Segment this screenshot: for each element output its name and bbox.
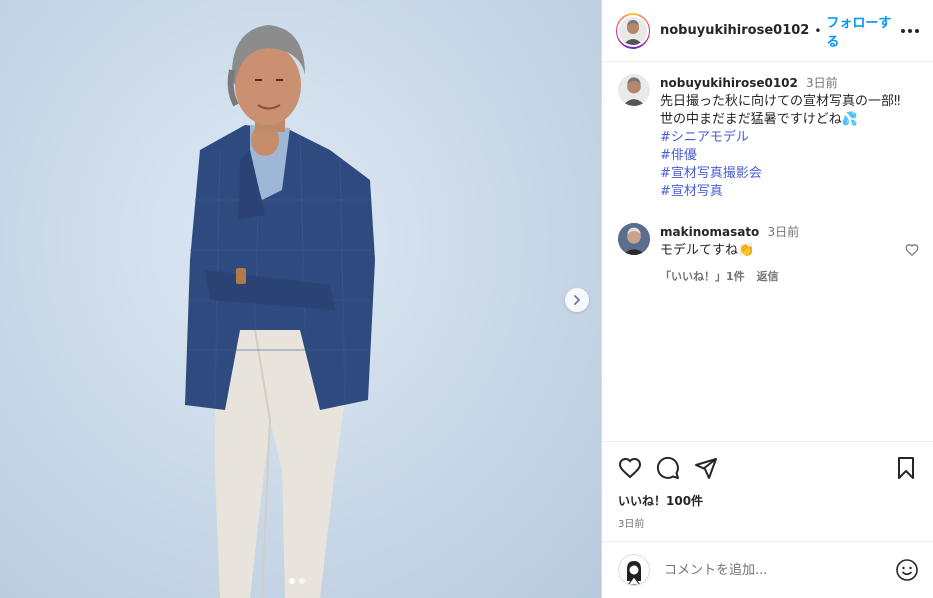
post-side-panel: nobuyukihirose0102 • フォローする nobuyukihiro… xyxy=(601,0,933,598)
comment-likes-count[interactable]: 「いいね！」1件 xyxy=(660,268,745,286)
hashtag-link[interactable]: #シニアモデル xyxy=(660,129,900,147)
reply-button[interactable]: 返信 xyxy=(757,268,779,286)
like-heart-icon[interactable] xyxy=(618,456,642,480)
post-date[interactable]: 3日前 xyxy=(618,515,917,530)
author-avatar xyxy=(619,16,648,45)
caption-username[interactable]: nobuyukihirose0102 xyxy=(660,76,798,90)
caption-time[interactable]: 3日前 xyxy=(806,76,838,90)
post-photo[interactable] xyxy=(0,0,601,598)
carousel-dot xyxy=(299,578,305,584)
post-actions: いいね！100件 3日前 xyxy=(602,441,933,530)
comment-like-heart-icon[interactable] xyxy=(905,242,919,261)
viewer-avatar xyxy=(618,554,650,586)
comment-bubble-icon[interactable] xyxy=(656,456,680,480)
comment-input[interactable] xyxy=(662,561,895,579)
post-header: nobuyukihirose0102 • フォローする xyxy=(602,0,933,62)
hashtag-link[interactable]: #俳優 xyxy=(660,147,900,165)
caption-line-2: 世の中まだまだ猛暑ですけどね💦 xyxy=(660,112,858,127)
follow-button[interactable]: フォローする xyxy=(826,12,901,50)
comment-composer xyxy=(602,541,933,598)
chevron-right-icon xyxy=(574,295,581,305)
next-slide-button[interactable] xyxy=(565,288,589,312)
carousel-dot-active xyxy=(289,578,295,584)
header-separator: • xyxy=(814,23,822,38)
commenter-username[interactable]: makinomasato xyxy=(660,225,759,239)
comment-text: モデルてすね👏 xyxy=(660,243,755,258)
model-photo xyxy=(185,25,375,598)
likes-count[interactable]: いいね！100件 xyxy=(618,492,917,509)
commenter-avatar[interactable] xyxy=(618,223,650,255)
author-avatar-ring[interactable] xyxy=(616,12,651,49)
more-options-icon[interactable] xyxy=(901,28,919,33)
smiley-icon[interactable] xyxy=(895,558,919,582)
hashtag-link[interactable]: #宣材写真撮影会 xyxy=(660,165,900,183)
comment-item: makinomasato 3日前 モデルてすね👏 「いいね！」1件 返信 xyxy=(602,201,933,286)
author-username[interactable]: nobuyukihirose0102 xyxy=(660,23,809,38)
carousel-dots xyxy=(289,578,305,584)
hashtag-link[interactable]: #宣材写真 xyxy=(660,183,900,201)
caption-line-1: 先日撮った秋に向けての宣材写真の一部‼︎ xyxy=(660,94,901,109)
caption: nobuyukihirose0102 3日前 先日撮った秋に向けての宣材写真の一… xyxy=(602,62,933,201)
save-bookmark-icon[interactable] xyxy=(895,456,917,480)
caption-avatar[interactable] xyxy=(618,74,650,106)
comment-time[interactable]: 3日前 xyxy=(767,225,799,239)
comments-section: nobuyukihirose0102 3日前 先日撮った秋に向けての宣材写真の一… xyxy=(602,62,933,442)
instagram-post: nobuyukihirose0102 • フォローする nobuyukihiro… xyxy=(0,0,933,598)
share-paper-plane-icon[interactable] xyxy=(694,456,718,480)
